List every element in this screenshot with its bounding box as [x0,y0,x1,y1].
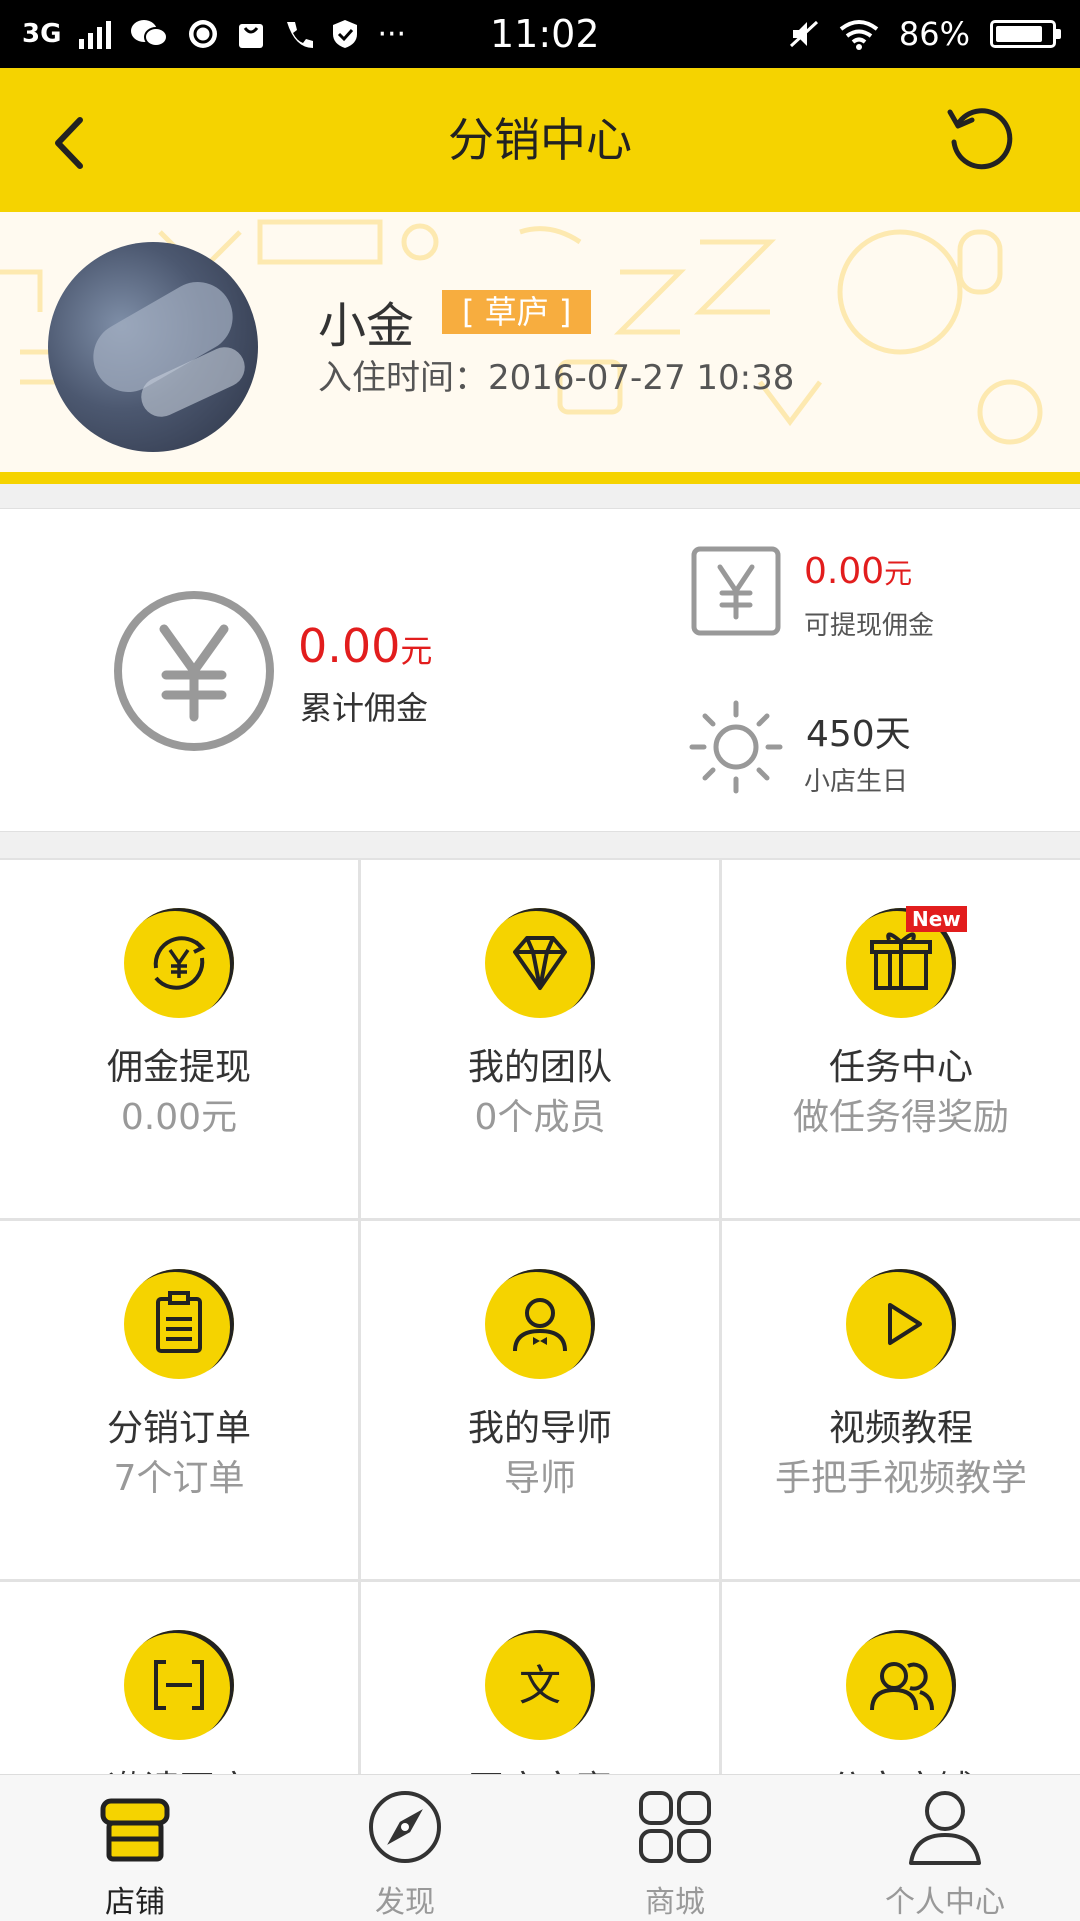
play-icon [846,1269,956,1379]
grid-item-label: 我的导师 [467,1408,612,1449]
withdrawable-value: 0.00元 [804,551,913,592]
grid-item-withdraw[interactable]: 佣金提现 0.00元 [0,860,358,1218]
svg-text:文: 文 [519,1661,561,1710]
withdrawable-label: 可提现佣金 [804,611,935,641]
grid-item-orders[interactable]: 分销订单 7个订单 [0,1221,358,1579]
globe-icon [189,20,218,48]
battery-percent: 86% [898,15,970,53]
grid-item-label: 邀请开店 [0,1760,358,1774]
bottom-tab-bar: 店铺 发现 商城 个人中心 [0,1774,1080,1921]
grid-item-mentor[interactable]: 我的导师 导师 [361,1221,719,1579]
grid-item-label: 分销订单 [106,1408,251,1449]
mute-icon [789,20,818,48]
battery-icon [990,20,1061,48]
grid-item-team[interactable]: 我的团队 0个成员 [361,860,719,1218]
user-name: 小金 [318,298,415,354]
diamond-icon [485,908,595,1018]
total-commission-label: 累计佣金 [300,689,429,727]
grid-item-sub: 0.00元 [120,1097,238,1138]
grid-item-tasks[interactable]: 任务中心 做任务得奖励 [722,860,1080,1218]
yen-circle-icon [114,591,274,751]
new-badge: New [906,906,967,932]
grid-item-label: 开店文案 [361,1760,719,1774]
clipboard-icon [124,1269,234,1379]
grid-item-sub: 做任务得奖励 [792,1097,1009,1138]
tab-label: 商城 [645,1885,705,1920]
clock: 11:02 [490,12,600,56]
profile-divider [0,472,1080,484]
network-type: 3G [22,19,62,49]
commission-stats: 0.00元 累计佣金 0.00元 可提现佣金 450天 小店生日 [0,508,1080,832]
join-time: 入住时间：2016-07-27 10:38 [318,358,795,398]
refresh-button[interactable] [940,98,1020,178]
status-bar: 3G ··· 11:02 86% [0,0,1080,68]
grid-item-label: 任务中心 [828,1047,973,1088]
sun-icon [689,700,783,794]
more-indicator: ··· [377,16,407,52]
shop-icon [100,1798,170,1862]
tab-label: 发现 [375,1885,435,1920]
grid-item-label: 分享店铺 [722,1760,1080,1774]
call-icon [287,22,314,48]
shield-icon [333,20,358,48]
tab-discover[interactable]: 发现 [270,1775,540,1921]
tab-profile[interactable]: 个人中心 [810,1775,1080,1921]
text-icon: 文 [485,1630,595,1740]
tab-mall[interactable]: 商城 [540,1775,810,1921]
app-header: 分销中心 [0,68,1080,212]
grid-item-label: 视频教程 [828,1408,973,1449]
grid-item-sub: 7个订单 [113,1458,245,1499]
tab-label: 店铺 [105,1885,165,1920]
user-level-badge: [ 草庐 ] [442,290,592,334]
tab-shop[interactable]: 店铺 [0,1775,270,1921]
grid-item-share[interactable]: 分享店铺 [722,1582,1080,1774]
page-title: 分销中心 [448,113,632,167]
feature-grid: 佣金提现 0.00元 我的团队 0个成员 任务中心 做任务得奖励 New 分销订… [0,858,1080,1774]
grid-item-label: 佣金提现 [106,1047,251,1088]
avatar[interactable] [48,242,258,452]
bag-icon [239,24,264,48]
grid-item-invite[interactable]: 邀请开店 [0,1582,358,1774]
grid-icon [639,1791,711,1863]
wifi-icon [839,20,879,50]
users-icon [846,1630,956,1740]
grid-item-copywriting[interactable]: 文 开店文案 [361,1582,719,1774]
mentor-icon [485,1269,595,1379]
compass-icon [369,1791,441,1863]
wechat-icon [131,20,169,47]
grid-item-label: 我的团队 [467,1047,612,1088]
grid-item-video[interactable]: 视频教程 手把手视频教学 [722,1221,1080,1579]
yen-exchange-icon [124,908,234,1018]
signal-icon [79,19,112,49]
grid-item-sub: 0个成员 [474,1097,606,1138]
person-icon [909,1791,981,1865]
grid-item-sub: 手把手视频教学 [774,1458,1027,1499]
grid-item-sub: 导师 [503,1458,576,1499]
tab-label: 个人中心 [885,1885,1005,1920]
profile-card: 小金 [ 草庐 ] 入住时间：2016-07-27 10:38 [0,212,1080,472]
total-commission-value: 0.00元 [298,619,433,673]
yen-box-icon [691,546,781,636]
store-birthday-label: 小店生日 [804,767,909,797]
scan-icon [124,1630,234,1740]
store-birthday-value: 450天 [806,714,911,755]
